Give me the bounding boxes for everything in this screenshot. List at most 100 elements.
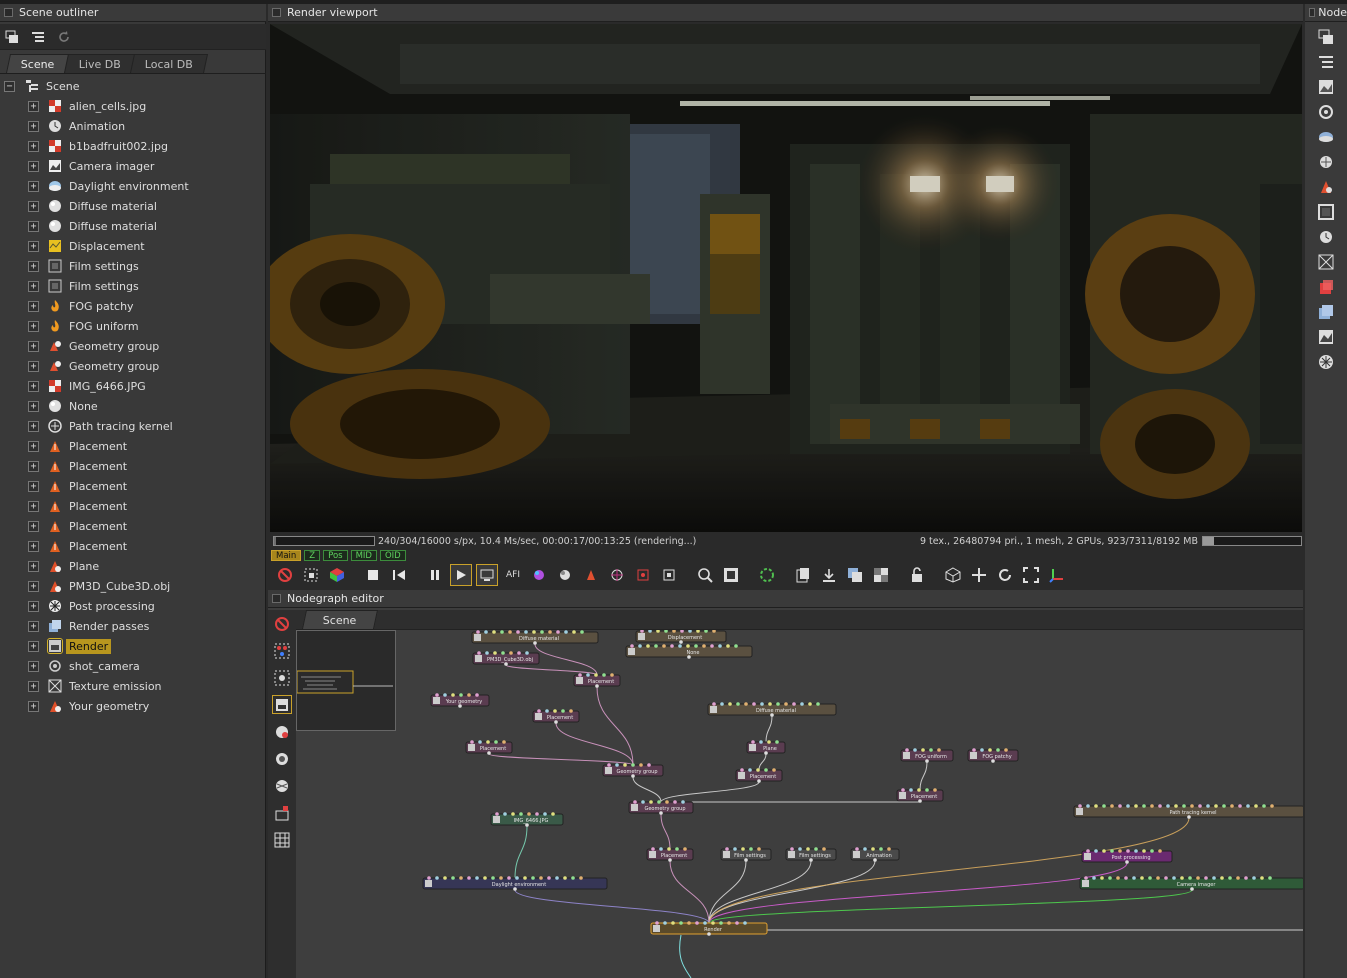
node-input-pin[interactable] [937, 748, 941, 752]
node-input-pin[interactable] [673, 800, 677, 804]
node-input-pin[interactable] [665, 800, 669, 804]
node-input-pin[interactable] [760, 702, 764, 706]
node-input-pin[interactable] [1164, 876, 1168, 880]
graph-node[interactable]: Diffuse material [707, 702, 837, 717]
imager-icon[interactable] [1317, 78, 1335, 96]
graph-node[interactable]: Placement [646, 847, 694, 862]
camera-icon[interactable] [1317, 103, 1335, 121]
tree-item-post-processing[interactable]: + Post processing [0, 596, 266, 616]
clear-render-icon[interactable] [274, 564, 296, 586]
color-picker-icon[interactable] [528, 564, 550, 586]
environment-icon[interactable] [1317, 128, 1335, 146]
node-output-pin[interactable] [707, 932, 711, 936]
expand-toggle[interactable]: + [28, 680, 39, 692]
expand-toggle[interactable]: + [28, 700, 39, 712]
tree-item-placement[interactable]: + Placement [0, 496, 266, 516]
graph-node[interactable]: Placement [735, 768, 783, 783]
node-input-pin[interactable] [996, 748, 1000, 752]
graph-node[interactable]: Camera imager [1079, 876, 1303, 891]
collapse-toggle[interactable]: − [4, 80, 15, 92]
node-input-pin[interactable] [675, 847, 679, 851]
node-input-pin[interactable] [511, 812, 515, 816]
expand-all-icon[interactable] [30, 29, 46, 45]
node-input-pin[interactable] [756, 768, 760, 772]
node-input-pin[interactable] [679, 921, 683, 925]
pause-render-icon[interactable] [424, 564, 446, 586]
node-input-pin[interactable] [1086, 804, 1090, 808]
expand-toggle[interactable]: + [28, 640, 39, 652]
node-input-pin[interactable] [822, 847, 826, 851]
refresh-icon[interactable] [56, 29, 72, 45]
node-input-pin[interactable] [443, 693, 447, 697]
node-input-pin[interactable] [887, 847, 891, 851]
node-input-pin[interactable] [1204, 876, 1208, 880]
node-input-pin[interactable] [509, 651, 513, 655]
node-input-pin[interactable] [814, 847, 818, 851]
orbit-icon[interactable] [994, 564, 1016, 586]
node-input-pin[interactable] [686, 644, 690, 648]
node-input-pin[interactable] [1116, 876, 1120, 880]
node-input-pin[interactable] [630, 644, 634, 648]
graph-node[interactable]: Placement [896, 788, 944, 803]
node-input-pin[interactable] [719, 921, 723, 925]
node-input-pin[interactable] [435, 693, 439, 697]
expand-toggle[interactable]: + [28, 380, 39, 392]
node-output-pin[interactable] [525, 823, 529, 827]
node-output-pin[interactable] [764, 751, 768, 755]
node-input-pin[interactable] [768, 702, 772, 706]
node-input-pin[interactable] [913, 748, 917, 752]
node-input-pin[interactable] [638, 644, 642, 648]
node-output-pin[interactable] [770, 713, 774, 717]
node-input-pin[interactable] [790, 847, 794, 851]
node-input-pin[interactable] [525, 651, 529, 655]
node-input-pin[interactable] [670, 644, 674, 648]
node-input-pin[interactable] [532, 630, 536, 634]
node-input-pin[interactable] [615, 763, 619, 767]
graph-node[interactable]: Displacement [635, 630, 727, 644]
expand-toggle[interactable]: + [28, 300, 39, 312]
save-render-icon[interactable] [818, 564, 840, 586]
graph-node[interactable]: Placement [573, 673, 621, 688]
graph-node[interactable]: Path tracing kernel [1073, 804, 1303, 819]
pass-tab-z[interactable]: Z [304, 550, 321, 561]
graph-node[interactable]: Film settings [785, 847, 837, 862]
node-input-pin[interactable] [1108, 876, 1112, 880]
node-input-pin[interactable] [775, 740, 779, 744]
node-output-pin[interactable] [595, 684, 599, 688]
node-input-pin[interactable] [980, 748, 984, 752]
node-input-pin[interactable] [654, 644, 658, 648]
node-input-pin[interactable] [537, 709, 541, 713]
node-input-pin[interactable] [578, 673, 582, 677]
camera-imager-icon[interactable] [1317, 328, 1335, 346]
node-input-pin[interactable] [586, 673, 590, 677]
node-input-pin[interactable] [527, 812, 531, 816]
node-input-pin[interactable] [734, 644, 738, 648]
node-input-pin[interactable] [863, 847, 867, 851]
node-input-pin[interactable] [744, 702, 748, 706]
add-texture-icon[interactable] [272, 776, 292, 795]
fullscreen-icon[interactable] [1020, 564, 1042, 586]
afi-icon[interactable]: AFI [502, 564, 524, 586]
node-input-pin[interactable] [1238, 804, 1242, 808]
node-input-pin[interactable] [1156, 876, 1160, 880]
outliner-tab-local-db[interactable]: Local DB [129, 54, 208, 73]
node-input-pin[interactable] [1206, 804, 1210, 808]
node-input-pin[interactable] [759, 740, 763, 744]
tree-item-animation[interactable]: + Animation [0, 116, 266, 136]
expand-toggle[interactable]: + [28, 180, 39, 192]
node-input-pin[interactable] [702, 644, 706, 648]
expand-toggle[interactable]: + [28, 520, 39, 532]
node-input-pin[interactable] [563, 876, 567, 880]
tree-item-img-6466-jpg[interactable]: + IMG_6466.JPG [0, 376, 266, 396]
tree-item-alien-cells-jpg[interactable]: + alien_cells.jpg [0, 96, 266, 116]
node-input-pin[interactable] [540, 630, 544, 634]
expand-toggle[interactable]: + [28, 500, 39, 512]
tree-item-fog-patchy[interactable]: + FOG patchy [0, 296, 266, 316]
ungroup-nodes-icon[interactable] [272, 668, 292, 687]
expand-toggle[interactable]: + [28, 160, 39, 172]
node-input-pin[interactable] [1134, 849, 1138, 853]
focus-picker-icon[interactable] [606, 564, 628, 586]
node-input-pin[interactable] [901, 788, 905, 792]
graph-node[interactable]: Diffuse material [471, 630, 599, 645]
node-input-pin[interactable] [905, 748, 909, 752]
